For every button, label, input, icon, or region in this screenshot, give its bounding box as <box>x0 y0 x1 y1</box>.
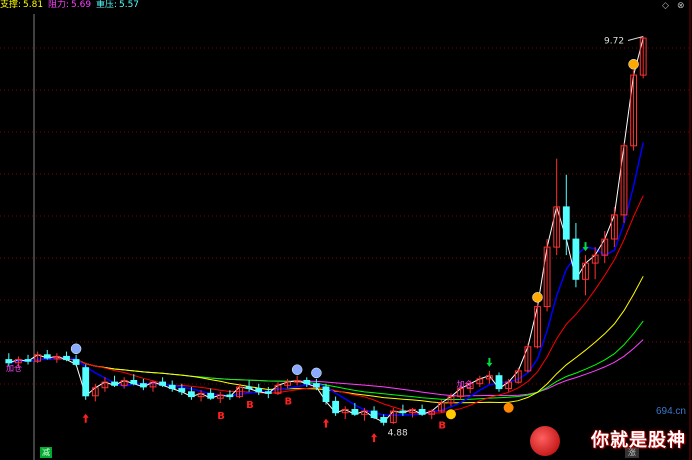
watermark-logo-icon <box>530 426 560 456</box>
signal-badge-icon <box>628 59 639 70</box>
candle-body <box>255 388 263 393</box>
candle-body <box>332 400 340 414</box>
close-icon[interactable]: ⊗ <box>677 1 685 11</box>
candle-body <box>264 391 272 394</box>
candle-body <box>168 384 176 389</box>
candle-body <box>313 383 320 388</box>
candle-body <box>178 388 186 393</box>
pressure-label: 重压: <box>95 0 117 10</box>
up-arrow-icon <box>82 413 89 423</box>
ma-line-red <box>8 195 644 415</box>
buy-marker-b: B <box>246 400 254 411</box>
resistance-value: 5.69 <box>71 0 92 10</box>
high-price-label: 9.72 <box>604 37 624 47</box>
watermark: 694.cn 你就是股神 <box>530 406 690 458</box>
signal-badge-icon <box>311 367 322 379</box>
candle-body <box>5 359 13 364</box>
up-arrow-icon <box>371 433 378 443</box>
candle-body <box>72 359 80 365</box>
candle-body <box>43 354 51 359</box>
low-price-label: 4.88 <box>388 429 408 439</box>
signal-badge-icon <box>70 343 82 355</box>
add-position-label-2: 加仓 <box>457 379 473 389</box>
ma-line-blue <box>8 142 644 416</box>
candle-body <box>245 386 253 390</box>
candle-body <box>380 417 388 423</box>
candle-body <box>303 380 311 385</box>
down-arrow-icon <box>486 357 493 367</box>
pressure-value: 5.57 <box>118 0 140 10</box>
support-value: 5.81 <box>23 0 44 10</box>
candle-body <box>24 359 32 362</box>
b-badge-icon <box>503 402 514 413</box>
candle-body <box>370 410 378 419</box>
watermark-domain: 694.cn <box>655 406 686 417</box>
add-position-label: 加仓 <box>6 363 22 373</box>
candle-body <box>495 375 503 390</box>
candle-body <box>572 238 580 280</box>
candle-body <box>562 206 570 240</box>
candle-body <box>140 383 147 388</box>
up-arrow-icon <box>323 418 329 428</box>
candle-body <box>63 355 70 361</box>
signal-badge-icon <box>532 292 543 303</box>
candle-body <box>418 409 426 415</box>
candle-body <box>351 409 359 415</box>
buy-marker-b: B <box>217 411 225 422</box>
buy-marker-b: B <box>285 397 293 408</box>
support-label: 支撑: <box>0 0 22 10</box>
buy-marker-b: B <box>438 421 446 432</box>
watermark-text: 你就是股神 <box>591 430 686 451</box>
resistance-label: 阻力: <box>47 0 70 10</box>
candle-body <box>111 381 118 386</box>
candle-body <box>207 392 215 399</box>
smile-badge-icon <box>445 409 456 420</box>
candle-body <box>82 367 90 397</box>
candle-body <box>130 380 138 385</box>
candle-body <box>399 410 407 414</box>
diamond-icon[interactable]: ◇ <box>662 1 669 11</box>
kline-chart[interactable]: 9.724.88BB BB加仓加仓 <box>0 0 692 460</box>
candle-body <box>226 394 234 398</box>
candle-body <box>159 381 166 386</box>
candle-body <box>188 391 195 398</box>
reduce-tag: 减 <box>40 447 52 458</box>
signal-badge-icon <box>291 364 303 375</box>
candle-body <box>322 386 330 402</box>
close-line-white <box>8 37 644 423</box>
indicator-header: 支撑: 5.81 阻力: 5.69 重压: 5.57 <box>0 0 141 12</box>
